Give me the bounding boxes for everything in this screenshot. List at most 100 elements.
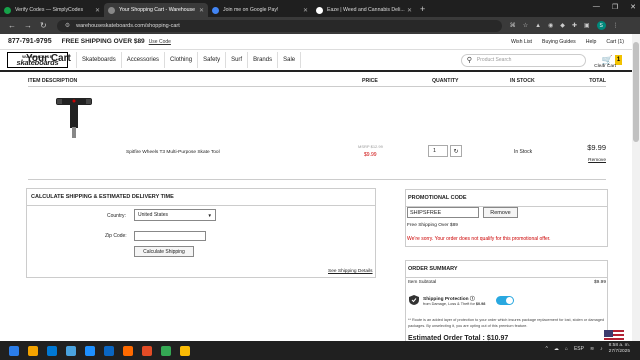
product-search-input[interactable]: ⚲ Product Search <box>460 53 586 67</box>
calculate-shipping-button[interactable]: Calculate Shipping <box>134 246 194 257</box>
top-info-strip: 877-791-9795 FREE SHIPPING OVER $89 Use … <box>0 34 632 50</box>
country-select[interactable]: United States ▼ <box>134 209 216 221</box>
wallet-icon[interactable]: ◉ <box>548 22 553 29</box>
main-navigation: WAREHOUSE skateboards Skateboards Access… <box>0 50 632 72</box>
zip-label: Zip Code: <box>105 233 127 239</box>
subtotal-label: Item Subtotal <box>408 280 437 285</box>
close-tab-icon[interactable]: ✕ <box>95 7 100 14</box>
protection-subtitle: from Damage, Loss & Theft for $0.98 <box>423 302 486 306</box>
app-icon[interactable] <box>104 345 114 356</box>
tab-simplycodes[interactable]: Verify Codes — SimplyCodes ✕ <box>0 3 104 17</box>
edge-icon[interactable] <box>47 345 57 356</box>
chrome-icon[interactable] <box>161 345 171 356</box>
promo-title: PROMOTIONAL CODE <box>406 190 607 207</box>
shipping-protection-toggle[interactable] <box>496 296 514 305</box>
back-arrow-icon[interactable]: ← <box>8 21 16 30</box>
translate-icon[interactable]: ⌘ <box>510 22 516 29</box>
shipping-calculator: CALCULATE SHIPPING & ESTIMATED DELIVERY … <box>26 188 376 278</box>
zip-code-input[interactable] <box>134 231 206 241</box>
extension-icon[interactable]: ▲ <box>535 23 541 29</box>
nav-clothing[interactable]: Clothing <box>165 52 199 68</box>
minimize-icon[interactable]: — <box>593 3 600 11</box>
wifi-icon[interactable]: ≋ <box>590 346 594 352</box>
warehouse-favicon-icon <box>108 6 115 14</box>
tray-chevron-icon[interactable]: ^ <box>546 346 548 352</box>
promo-error-message: We're sorry. Your order does not qualify… <box>407 236 551 242</box>
skate-tool-product-image[interactable] <box>54 96 94 140</box>
shield-extension-icon[interactable]: ◆ <box>560 22 565 29</box>
site-info-icon[interactable]: ⚙ <box>65 22 70 29</box>
file-explorer-icon[interactable] <box>28 345 38 356</box>
scrollbar-thumb[interactable] <box>633 42 639 142</box>
brave-icon[interactable] <box>123 345 133 356</box>
help-link[interactable]: Help <box>586 39 597 45</box>
tab-eaze[interactable]: Eaze | Weed and Cannabis Deli... ✕ <box>312 3 416 17</box>
new-tab-button[interactable]: + <box>420 4 425 14</box>
clock-date: 27/7/2025 <box>608 349 630 354</box>
quantity-input[interactable]: 1 <box>428 145 448 157</box>
app-icon[interactable] <box>142 345 152 356</box>
mail-icon[interactable] <box>85 345 95 356</box>
menu-dots-icon[interactable]: ⋮ <box>613 22 619 29</box>
url-field[interactable]: ⚙ warehouseskateboards.com/shopping-cart <box>56 19 502 32</box>
update-quantity-icon[interactable]: ↻ <box>450 145 462 157</box>
close-window-icon[interactable]: ✕ <box>630 3 636 11</box>
clock[interactable]: 8:58 a. m. 27/7/2025 <box>609 343 630 355</box>
remove-item-link[interactable]: Remove <box>588 158 606 163</box>
cloud-icon[interactable]: ☁ <box>554 346 559 352</box>
nav-skateboards[interactable]: Skateboards <box>76 52 122 68</box>
stock-status: In Stock <box>514 149 533 155</box>
star-icon[interactable]: ☆ <box>523 22 528 29</box>
clear-cart-link[interactable]: Clear Cart <box>594 64 616 69</box>
cart-count-badge: 1 <box>615 55 622 65</box>
nav-sale[interactable]: Sale <box>278 52 302 68</box>
nav-brands[interactable]: Brands <box>248 52 279 68</box>
sidebar-icon[interactable]: ▣ <box>584 22 590 29</box>
country-value: United States <box>138 212 169 218</box>
wish-list-link[interactable]: Wish List <box>511 39 532 45</box>
profile-avatar[interactable]: S <box>596 21 606 30</box>
promo-code-box: PROMOTIONAL CODE SHIPSFREE Remove Free S… <box>405 189 608 247</box>
tab-shopping-cart[interactable]: Your Shopping Cart - Warehouse ✕ <box>104 3 208 17</box>
remove-promo-button[interactable]: Remove <box>483 207 518 218</box>
tab-label: Your Shopping Cart - Warehouse <box>119 7 196 13</box>
close-tab-icon[interactable]: ✕ <box>303 7 308 14</box>
url-text: warehouseskateboards.com/shopping-cart <box>76 22 180 29</box>
close-tab-icon[interactable]: ✕ <box>407 7 412 14</box>
top-links: Wish List Buying Guides Help Cart (1) <box>511 39 624 45</box>
page-scrollbar[interactable] <box>632 34 640 341</box>
shipping-details-link[interactable]: See Shipping Details <box>328 269 373 274</box>
tab-label: Verify Codes — SimplyCodes <box>15 7 84 13</box>
network-icon[interactable]: ⌂ <box>565 346 568 352</box>
search-placeholder: Product Search <box>476 57 512 63</box>
window-controls: — ❐ ✕ <box>593 3 636 11</box>
cart-table-header: ITEM DESCRIPTION PRICE QUANTITY IN STOCK… <box>28 78 606 87</box>
tab-google-pay[interactable]: Join me on Google Pay! ✕ <box>208 3 312 17</box>
forward-arrow-icon[interactable]: → <box>24 21 32 30</box>
buying-guides-link[interactable]: Buying Guides <box>542 39 576 45</box>
volume-icon[interactable]: ♪ <box>600 346 603 352</box>
protection-price: $0.98 <box>475 302 486 306</box>
start-icon[interactable] <box>9 345 19 356</box>
header-total: TOTAL <box>589 78 606 84</box>
search-icon: ⚲ <box>466 57 472 64</box>
use-code-link[interactable]: Use Code <box>149 39 171 45</box>
store-icon[interactable] <box>66 345 76 356</box>
maximize-icon[interactable]: ❐ <box>612 3 618 11</box>
subtotal-value: $9.99 <box>593 280 606 285</box>
nav-safety[interactable]: Safety <box>198 52 227 68</box>
product-name-link[interactable]: Spitfire Wheels T3 Multi-Purpose Skate T… <box>126 150 220 155</box>
puzzle-icon[interactable]: ✚ <box>572 22 577 29</box>
reload-icon[interactable]: ↻ <box>40 21 47 30</box>
nav-surf[interactable]: Surf <box>226 52 249 68</box>
order-summary: ORDER SUMMARY Item Subtotal $9.99 Shippi… <box>405 260 608 345</box>
cart-link[interactable]: Cart (1) <box>606 39 624 45</box>
promo-code-input[interactable]: SHIPSFREE <box>407 207 479 218</box>
close-tab-icon[interactable]: ✕ <box>199 7 204 14</box>
app-icon[interactable] <box>180 345 190 356</box>
nav-accessories[interactable]: Accessories <box>122 52 166 68</box>
phone-number[interactable]: 877-791-9795 <box>8 38 52 45</box>
header-quantity: QUANTITY <box>432 78 459 84</box>
language-indicator[interactable]: ESP <box>574 346 584 352</box>
sale-price: $9.99 <box>364 152 377 158</box>
